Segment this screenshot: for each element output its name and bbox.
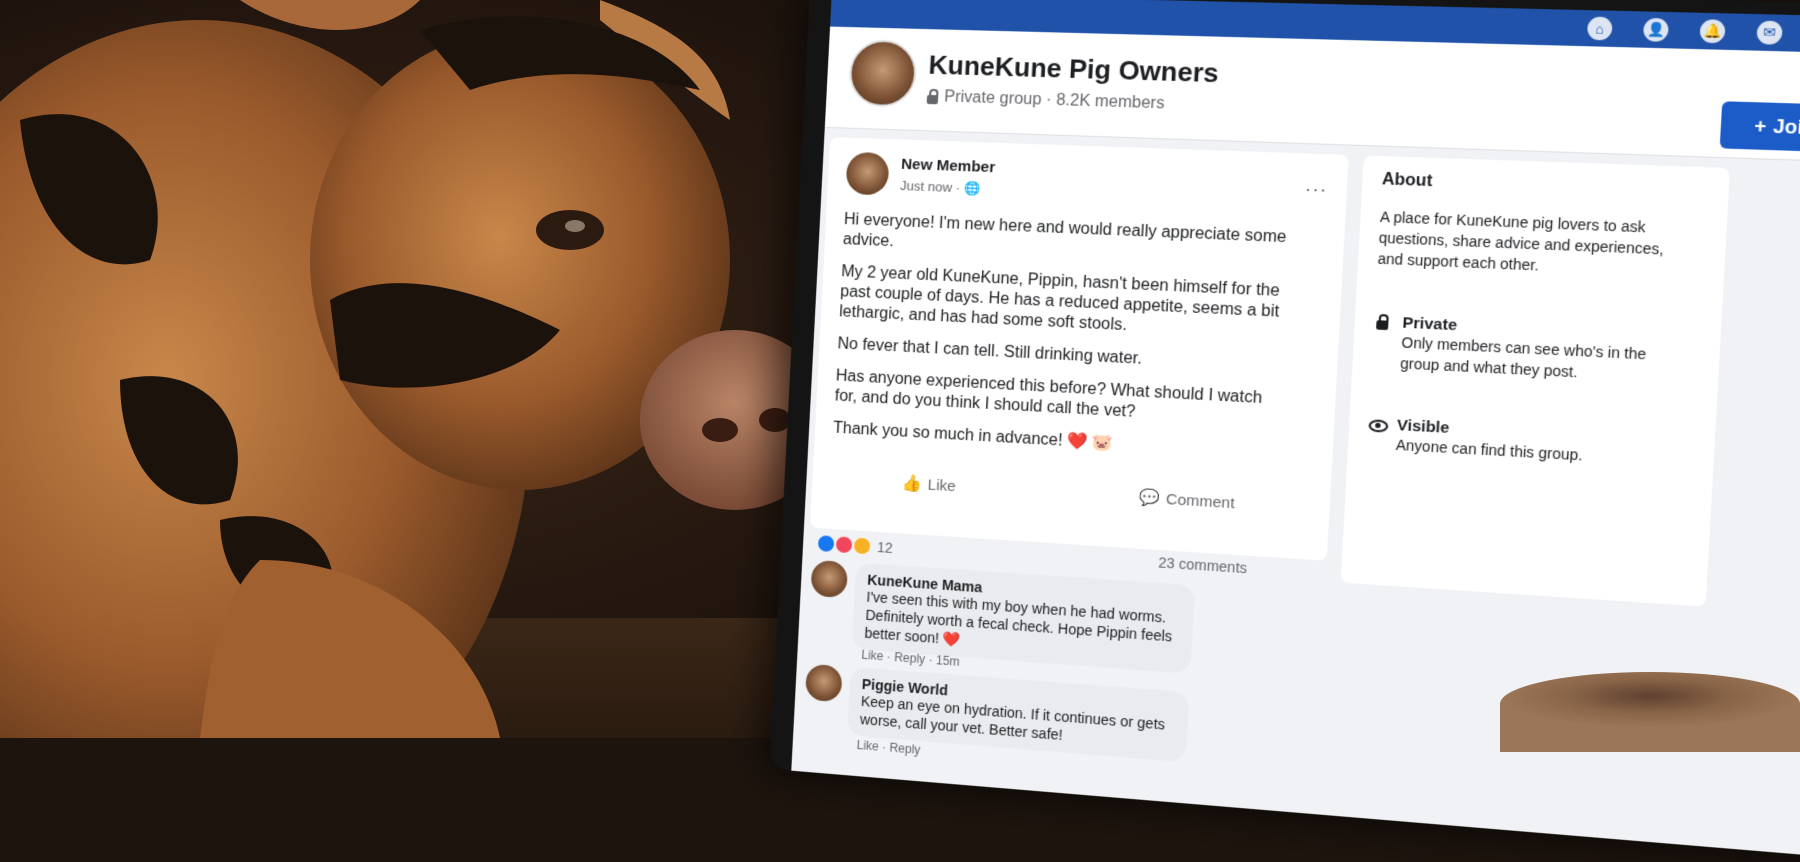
group-meta: Private group · 8.2K members — [926, 88, 1165, 114]
eye-icon — [1368, 419, 1389, 433]
comment-button[interactable]: 💬 Comment — [1138, 487, 1235, 513]
post-author[interactable]: New Member — [901, 156, 996, 177]
pig-ear — [240, 0, 420, 30]
about-card: About A place for KuneKune pig lovers to… — [1340, 155, 1730, 607]
avatar[interactable] — [845, 151, 890, 196]
join-label: Join — [1772, 115, 1800, 139]
reaction-count: 12 — [876, 538, 894, 557]
messenger-icon[interactable]: ✉ — [1756, 20, 1783, 45]
avatar[interactable] — [810, 559, 849, 599]
avatar[interactable] — [804, 663, 843, 703]
home-icon[interactable]: ⌂ — [1586, 16, 1613, 41]
globe-icon: 🌐 — [963, 180, 981, 197]
about-heading: About — [1381, 170, 1433, 191]
group-title[interactable]: KuneKune Pig Owners — [928, 49, 1220, 89]
comment-meta[interactable]: Like · Reply — [856, 738, 920, 757]
lock-icon — [926, 94, 939, 104]
coffee-mug — [1500, 672, 1800, 752]
comments-count[interactable]: 23 comments — [1158, 554, 1248, 576]
plus-icon: + — [1753, 114, 1767, 137]
about-visible: Visible Anyone can find this group. — [1367, 415, 1701, 472]
notifications-icon[interactable]: 🔔 — [1699, 19, 1726, 44]
like-button[interactable]: 👍 Like — [901, 473, 956, 496]
more-options-icon[interactable]: ··· — [1304, 178, 1328, 201]
thumbs-up-icon: 👍 — [901, 474, 923, 494]
friends-icon[interactable]: 👤 — [1642, 17, 1669, 42]
love-reaction-icon — [834, 535, 854, 555]
post-time[interactable]: Just now · 🌐 — [900, 178, 981, 197]
join-button[interactable]: + Join — [1719, 101, 1800, 153]
post-card: New Member Just now · 🌐 ··· Hi everyone!… — [809, 137, 1349, 561]
post-paragraph: My 2 year old KuneKune, Pippin, hasn't b… — [838, 263, 1281, 335]
group-meta-text: Private group · 8.2K members — [943, 88, 1165, 113]
post-actions: 👍 Like 💬 Comment — [812, 468, 1330, 520]
group-avatar[interactable] — [847, 39, 918, 108]
reactions[interactable]: 12 — [816, 534, 894, 557]
like-reaction-icon — [816, 534, 836, 554]
post-body: Hi everyone! I'm new here and would real… — [832, 210, 1300, 477]
pig-illustration — [0, 0, 830, 738]
post-paragraph: Hi everyone! I'm new here and would real… — [842, 210, 1287, 251]
about-private: Private Only members can see who's in th… — [1372, 313, 1708, 389]
lock-icon — [1376, 320, 1389, 331]
comment-icon: 💬 — [1138, 489, 1161, 508]
about-description: A place for KuneKune pig lovers to ask q… — [1377, 208, 1665, 274]
care-reaction-icon — [852, 536, 872, 556]
